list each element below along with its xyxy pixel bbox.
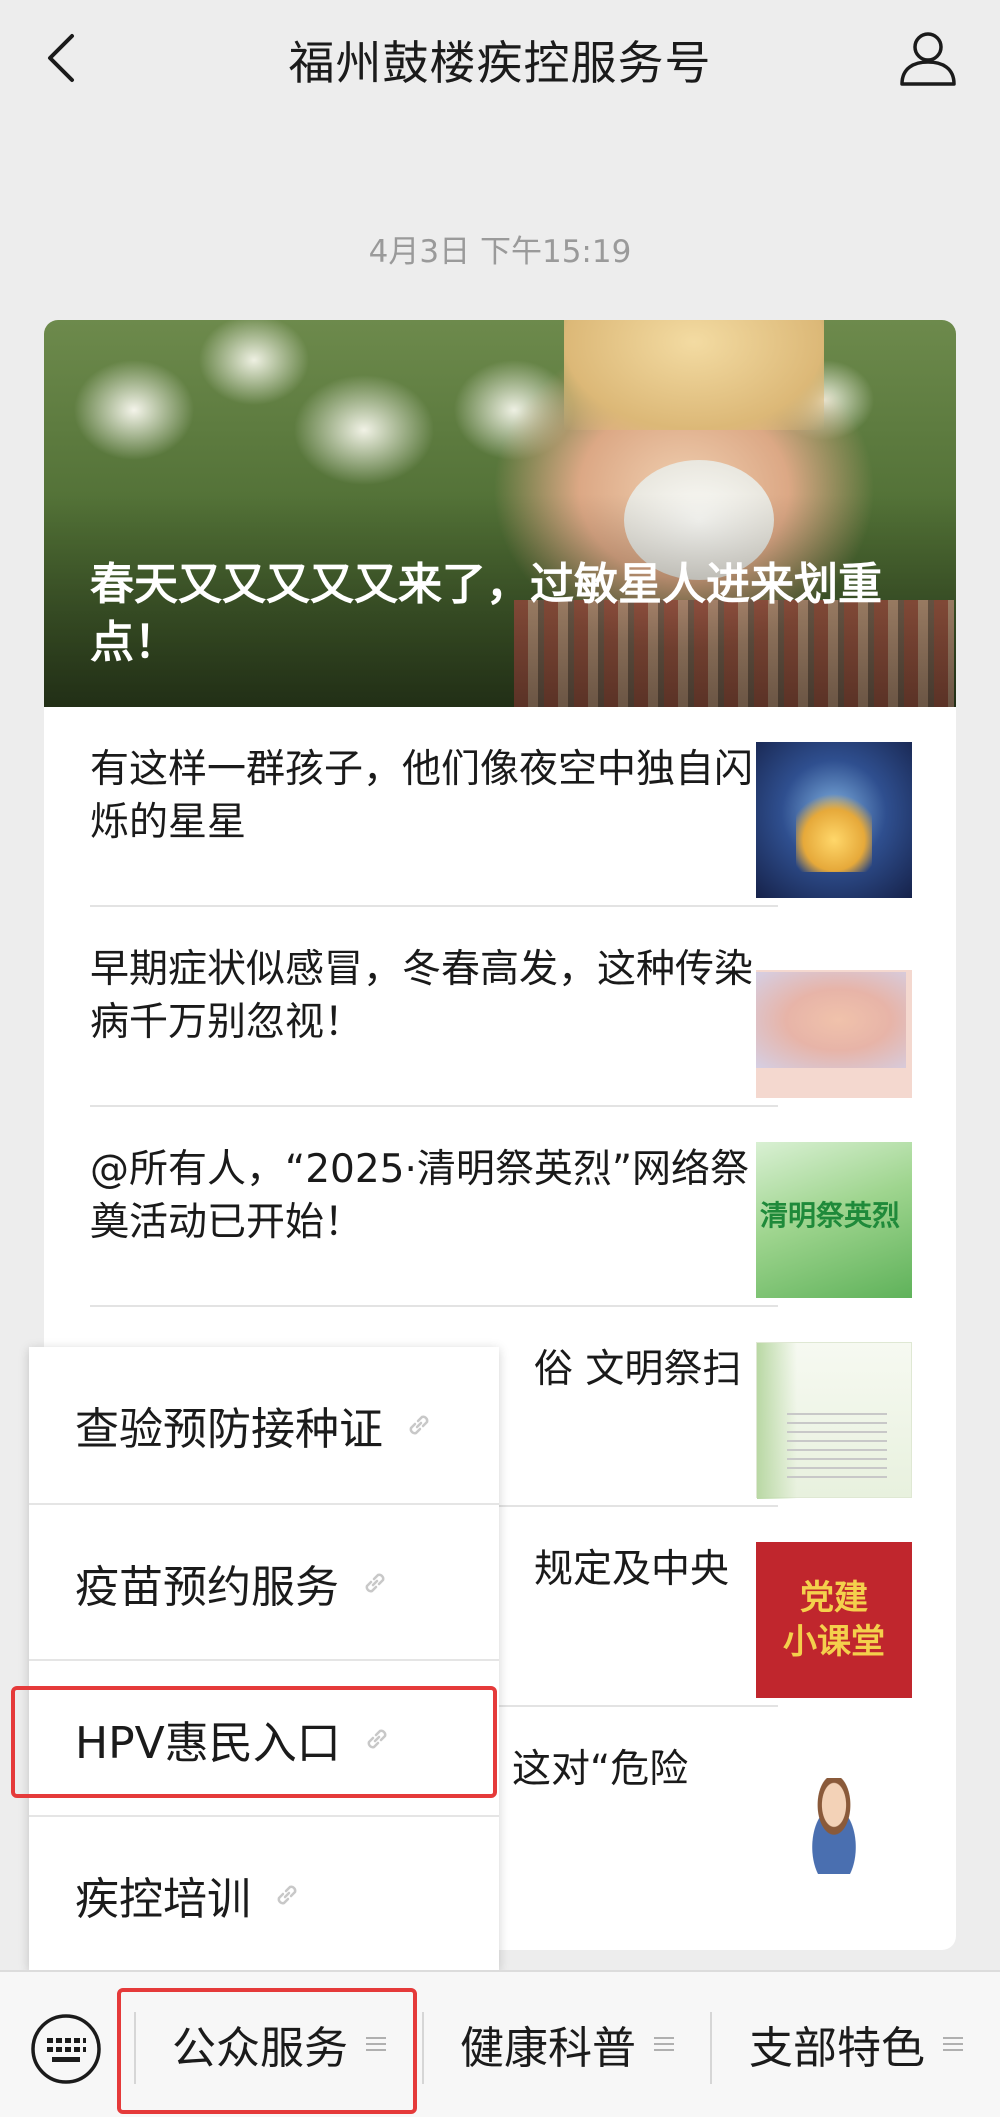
article-thumbnail [756,1742,912,1898]
person-icon[interactable] [896,26,960,90]
submenu-popup: 查验预防接种证 疫苗预约服务 HPV惠民入口 疾控培训 [29,1347,499,1970]
thumbnail-text: 党建 [800,1578,868,1618]
article-thumbnail [756,742,912,898]
menu-item-label: 疫苗预约服务 [75,1562,339,1613]
article-title: 规定及中央 [534,1547,730,1592]
tab-health-education[interactable]: 健康科普 [424,1970,710,2117]
article-title: @所有人，“2025·清明祭英烈”网络祭奠活动已开始！ [90,1147,750,1245]
article-item[interactable]: @所有人，“2025·清明祭英烈”网络祭奠活动已开始！ [44,1107,956,1307]
chevron-left-icon[interactable] [40,30,84,86]
tab-branch-features[interactable]: 支部特色 [712,1970,1000,2117]
message-timestamp: 4月3日 下午15:19 [368,234,632,270]
article-thumbnail: 党建 小课堂 [756,1542,912,1698]
highlight-box [11,1686,497,1798]
keyboard-icon[interactable] [30,2013,102,2085]
menu-item-label: 疾控培训 [75,1874,251,1925]
link-icon [409,1415,429,1435]
article-thumbnail [756,942,912,1098]
menu-item-vaccination-certificate[interactable]: 查验预防接种证 [29,1347,499,1503]
article-thumbnail [756,1342,912,1499]
article-title: 有这样一群孩子，他们像夜空中独自闪烁的星星 [90,747,754,845]
top-navigation-bar: 福州鼓楼疾控服务号 [0,0,1000,120]
article-item[interactable]: 早期症状似感冒，冬春高发，这种传染病千万别忽视！ [44,907,956,1107]
article-title: 这对“危险 [512,1747,689,1792]
hero-title: 春天又又又又又来了，过敏星人进来划重点！ [90,559,882,668]
menu-item-cdc-training[interactable]: 疾控培训 [29,1817,499,1973]
thumbnail-text: 小课堂 [783,1622,885,1662]
menu-lines-icon [943,2036,963,2051]
article-title: 俗 文明祭扫 [534,1347,742,1392]
tab-label: 健康科普 [460,2022,636,2074]
menu-item-vaccine-appointment[interactable]: 疫苗预约服务 [29,1505,499,1661]
article-item[interactable]: 有这样一群孩子，他们像夜空中独自闪烁的星星 [44,707,956,907]
menu-lines-icon [654,2036,674,2051]
article-thumbnail [756,1142,912,1298]
article-title: 早期症状似感冒，冬春高发，这种传染病千万别忽视！ [90,947,754,1045]
menu-item-label: 查验预防接种证 [75,1404,383,1455]
highlight-box [117,1988,417,2114]
page-title: 福州鼓楼疾控服务号 [288,36,712,90]
tab-label: 支部特色 [749,2022,925,2074]
link-icon [277,1885,297,1905]
hero-article[interactable]: 春天又又又又又来了，过敏星人进来划重点！ [44,320,956,707]
link-icon [365,1573,385,1593]
